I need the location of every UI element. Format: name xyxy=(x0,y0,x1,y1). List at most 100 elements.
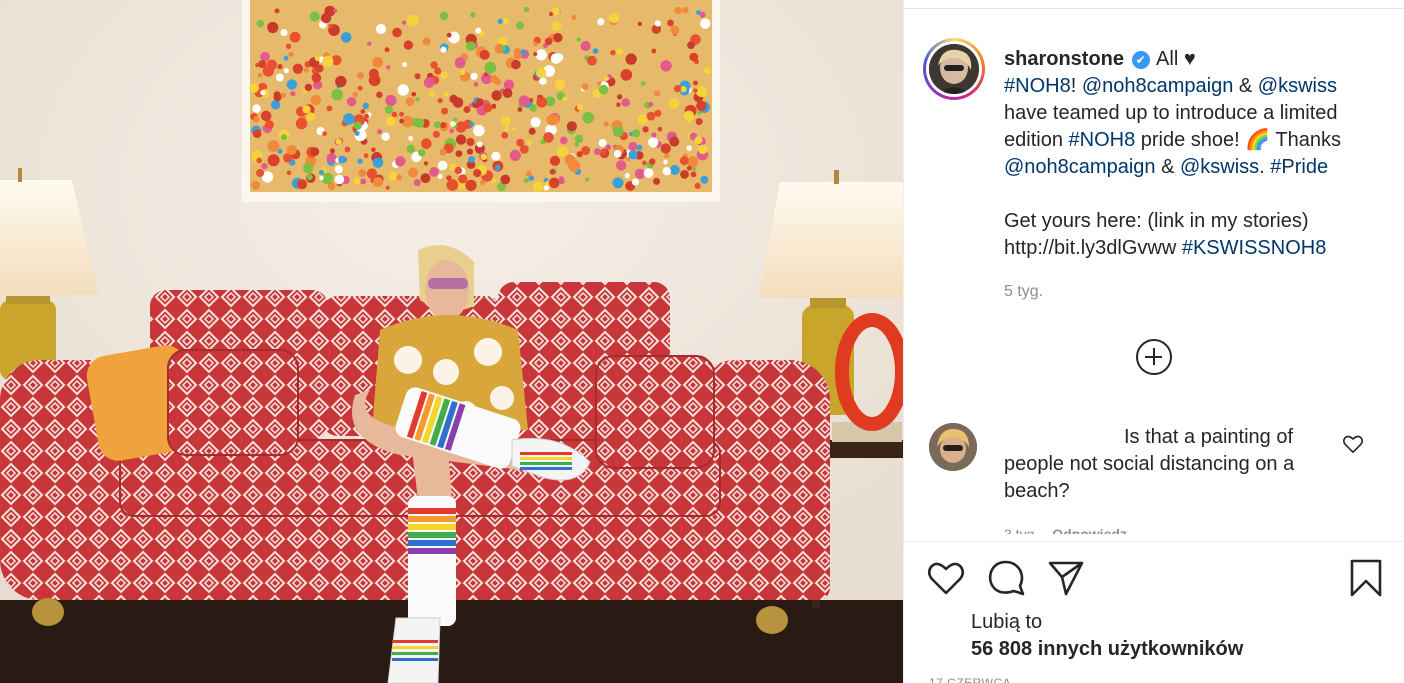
painting-dot xyxy=(388,171,398,181)
painting-dot xyxy=(440,71,448,79)
painting-dot xyxy=(654,90,661,97)
painting-dot xyxy=(322,55,334,67)
painting-dot xyxy=(335,75,347,88)
painting-dot xyxy=(420,173,431,184)
painting-dot xyxy=(651,48,657,54)
bookmark-icon[interactable] xyxy=(1346,558,1386,598)
post-time[interactable]: 5 tyg. xyxy=(1004,283,1043,301)
painting-dot xyxy=(533,51,538,57)
painting-dot xyxy=(625,53,637,65)
painting-dot xyxy=(414,73,421,80)
caption-link-text: http://bit.ly3dlGvww xyxy=(1004,237,1182,259)
caption-line: Get yours here: (link in my stories) xyxy=(1004,210,1309,232)
post-photo[interactable] xyxy=(0,0,903,683)
painting-dot xyxy=(536,96,548,108)
painting-dot xyxy=(582,111,595,124)
painting-dot xyxy=(406,144,415,153)
author-avatar[interactable] xyxy=(923,38,985,100)
painting-dot xyxy=(277,148,283,154)
painting-dot xyxy=(587,55,597,66)
painting-dot xyxy=(358,169,367,178)
divider xyxy=(904,541,1404,542)
painting-dot xyxy=(473,124,485,137)
painting-dot xyxy=(612,126,624,137)
painting-dot xyxy=(422,37,431,46)
painting-dot xyxy=(667,19,674,27)
mention-link[interactable]: @noh8campaign xyxy=(1004,156,1156,178)
painting-dot xyxy=(501,132,509,139)
painting-dot xyxy=(626,184,631,189)
painting-dot xyxy=(500,174,511,185)
painting-dot xyxy=(660,143,671,154)
painting-dot xyxy=(643,168,654,179)
painting-dot xyxy=(314,56,320,62)
likes-count[interactable]: 56 808 innych użytkowników xyxy=(971,638,1243,661)
painting-dot xyxy=(260,90,266,96)
mention-link[interactable]: @kswiss xyxy=(1258,75,1337,97)
painting-dot xyxy=(523,178,529,183)
mention-link[interactable]: @kswiss. xyxy=(1180,156,1265,178)
author-username[interactable]: sharonstone xyxy=(1004,48,1124,70)
painting-dot xyxy=(673,85,682,93)
painting-dot xyxy=(592,48,599,54)
painting-dot xyxy=(637,21,642,26)
post-date[interactable]: 17 CZERWCA xyxy=(929,676,1011,683)
painting-dot xyxy=(696,100,707,112)
commenter-avatar[interactable] xyxy=(929,423,977,471)
hashtag-link[interactable]: #NOH8 xyxy=(1004,75,1071,97)
painting-dot xyxy=(617,94,623,100)
painting-dot xyxy=(273,91,281,98)
likes-label: Lubią to xyxy=(971,611,1043,633)
caption-line: @noh8campaign & @kswiss. #Pride xyxy=(1004,154,1384,181)
caption-text: & xyxy=(1233,75,1258,97)
painting-dot xyxy=(415,97,420,102)
comment-icon[interactable] xyxy=(987,558,1027,598)
caption-text: edition xyxy=(1004,129,1069,151)
painting-dot xyxy=(401,20,407,25)
painting-dot xyxy=(597,81,602,86)
painting-dot xyxy=(455,134,467,145)
painting-dot xyxy=(543,132,554,143)
painting-dot xyxy=(670,25,680,35)
painting-dot xyxy=(407,167,418,178)
painting-dot xyxy=(483,72,488,77)
share-icon[interactable] xyxy=(1046,558,1086,598)
painting-dot xyxy=(340,32,352,43)
painting-dot xyxy=(265,120,274,129)
mention-link[interactable]: @noh8campaign xyxy=(1082,75,1234,97)
painting-dot xyxy=(372,56,384,68)
painting-dot xyxy=(695,118,703,126)
heart-icon[interactable] xyxy=(926,558,966,598)
painting-dot xyxy=(274,8,280,14)
painting-dot xyxy=(497,18,503,24)
painting-dot xyxy=(452,97,464,108)
plus-circle-icon[interactable] xyxy=(1136,339,1172,375)
painting-dot xyxy=(598,84,609,95)
painting-dot xyxy=(562,96,568,102)
author-avatar-image xyxy=(929,44,979,94)
comment-time[interactable]: 3 tyg. xyxy=(1004,526,1038,534)
painting-dot xyxy=(450,121,456,127)
painting-dot xyxy=(500,116,511,127)
painting-dot xyxy=(484,61,497,74)
painting-dot xyxy=(303,67,309,73)
comment-heart-icon[interactable] xyxy=(1342,434,1364,454)
painting-dot xyxy=(637,114,649,125)
painting-dot xyxy=(421,138,432,149)
painting-dot xyxy=(377,129,382,135)
painting-dot xyxy=(660,60,672,72)
reply-button[interactable]: Odpowiedz xyxy=(1052,526,1127,534)
painting-dot xyxy=(354,130,360,136)
comment-meta: 3 tyg. Odpowiedz xyxy=(1004,525,1127,534)
comment-line: people not social distancing on a xyxy=(1004,453,1295,475)
painting-dot xyxy=(286,79,297,90)
hashtag-link[interactable]: #KSWISSNOH8 xyxy=(1182,237,1326,259)
painting-dot xyxy=(357,158,363,164)
painting-dot xyxy=(654,109,662,117)
painting-dot xyxy=(260,110,272,122)
painting-dot xyxy=(529,104,538,112)
hashtag-link[interactable]: #Pride xyxy=(1270,156,1328,178)
painting-dot xyxy=(286,170,292,175)
hashtag-link[interactable]: #NOH8 xyxy=(1069,129,1136,151)
painting-dot xyxy=(580,40,591,52)
